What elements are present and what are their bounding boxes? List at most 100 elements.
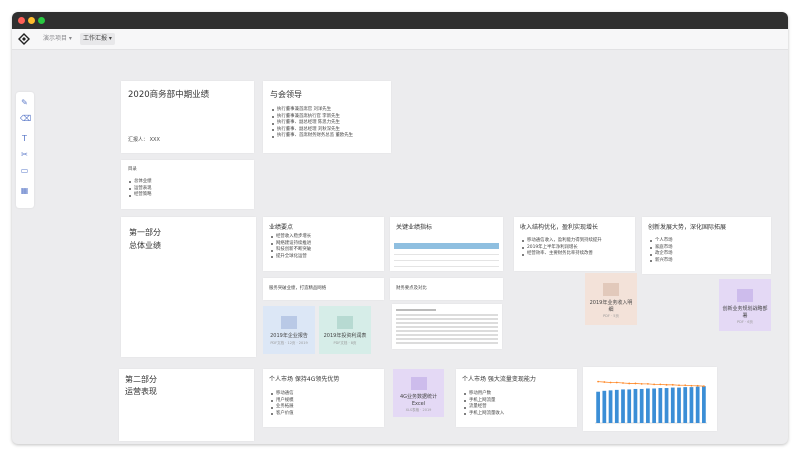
tool-sidebar: ✎ ⌫ T ✂ ▭ ▦ — [16, 92, 34, 208]
part2-subtitle: 运营表现 — [125, 387, 157, 396]
minimize-window-button[interactable] — [28, 17, 35, 24]
list-item: 提升全球化运营 — [271, 254, 311, 261]
text-icon[interactable]: T — [20, 134, 29, 143]
growth-list: 移动通信收入，盈利能力得到持续提升 2019年上半年净利润增长 经营效率、主要财… — [522, 238, 602, 258]
chart-point — [678, 384, 680, 387]
sheet-row — [396, 326, 498, 328]
chart-bar — [602, 390, 607, 423]
eraser-icon[interactable]: ⌫ — [20, 114, 31, 123]
finance-sheet-preview[interactable] — [392, 304, 502, 349]
grid-icon[interactable]: ▦ — [20, 186, 29, 195]
list-item: 移动通信收入，盈利能力得到持续提升 — [522, 238, 602, 245]
list-item: 执行董事兼首席官 刘洋先生 — [272, 107, 353, 114]
chart-bar — [652, 388, 656, 423]
intl-title: 创新发展大势，深化国际拓展 — [648, 224, 727, 231]
list-item: 总体业绩 — [129, 179, 152, 186]
sheet-row — [396, 334, 498, 336]
breadcrumb-board[interactable]: 工作汇报 ▾ — [80, 33, 115, 45]
app-logo-icon[interactable] — [18, 33, 30, 45]
chart-bar — [627, 389, 632, 423]
overview-card[interactable]: 业绩要点 经营收入稳步增长 网络建设持续推进 科技创新不断突破 提升全球化运营 — [263, 217, 384, 271]
list-item: 执行董事、副总经理 陈思力先生 — [272, 120, 353, 127]
sheet-row — [396, 322, 498, 324]
list-item: 手机上网流量收入 — [464, 411, 504, 418]
list-item: 经营策略 — [129, 192, 152, 199]
sheet-row — [396, 314, 498, 316]
chart-point — [634, 382, 637, 385]
traffic-chart — [595, 380, 707, 424]
file-thumb-excel[interactable]: 4G业务数据统计Excel XLS表格 · 2019 — [393, 369, 444, 417]
breadcrumb-project[interactable]: 演示项目 ▾ — [40, 33, 75, 45]
traffic-card[interactable]: 个人市场 强大流量变现能力 移动用户数 手机上网流量 流量经营 手机上网流量收入 — [456, 369, 577, 427]
note-icon[interactable]: ▭ — [20, 166, 29, 175]
scissors-icon[interactable]: ✂ — [20, 150, 29, 159]
list-item: 流量经营 — [464, 404, 504, 411]
sheet-row — [396, 330, 498, 332]
chart-point — [684, 384, 687, 387]
chart-point — [622, 382, 624, 384]
close-window-button[interactable] — [18, 17, 25, 24]
file-thumb-interim[interactable]: 2019年企业报告 PDF文档 · 12页 · 2019 — [263, 306, 315, 354]
list-item: 科技创新不断突破 — [271, 247, 311, 254]
chart-card[interactable] — [583, 367, 717, 431]
cover-card[interactable]: 2020商务部中期业绩 汇报人： XXX — [121, 81, 254, 153]
chart-point — [653, 383, 656, 386]
mobile-list: 移动通信 用户规模 业务拓展 客户价值 — [271, 391, 294, 417]
list-item: 个人市场 — [650, 238, 673, 245]
chart-point — [597, 380, 600, 383]
folder-icon — [337, 316, 353, 329]
kpi-title: 关键业绩指标 — [396, 224, 433, 231]
list-item: 政企市场 — [650, 251, 673, 258]
part2-card[interactable]: 第二部分 运营表现 — [119, 369, 254, 441]
list-item: 新兴市场 — [650, 258, 673, 265]
chart-point — [646, 383, 649, 385]
list-item: 经营收入稳步增长 — [271, 234, 311, 241]
chart-bar — [695, 386, 700, 423]
finance-card[interactable]: 财务要点及对比 — [390, 278, 503, 300]
chart-point — [659, 383, 662, 386]
chart-series-line — [598, 381, 704, 387]
sheet-row — [396, 338, 498, 340]
finance-title: 财务要点及对比 — [396, 286, 427, 291]
file-name: 2019年企业报告 — [270, 333, 308, 339]
leaders-list: 执行董事兼首席官 刘洋先生 执行董事兼首席执行官 李新先生 执行董事、副总经理 … — [272, 107, 353, 140]
maximize-window-button[interactable] — [38, 17, 45, 24]
chart-bar — [633, 388, 638, 423]
part1-card[interactable]: 第一部分 总体业绩 — [121, 217, 256, 357]
kpi-card[interactable]: 关键业绩指标 — [390, 217, 503, 271]
ops-card[interactable]: 服务突破业绩，打造精品网络 — [263, 278, 384, 300]
chart-bar — [683, 387, 688, 423]
chart-bar — [664, 388, 669, 423]
file-meta: PDF文档 · 8页 — [333, 340, 357, 345]
sheet-row — [396, 309, 436, 311]
chart-bar — [608, 390, 613, 423]
part2-title: 第二部分 — [125, 375, 157, 384]
pen-icon[interactable]: ✎ — [20, 98, 29, 107]
list-item: 客户价值 — [271, 411, 294, 418]
table-row — [394, 256, 499, 261]
chart-bar — [646, 388, 650, 423]
kpi-table-header — [394, 243, 499, 249]
traffic-list: 移动用户数 手机上网流量 流量经营 手机上网流量收入 — [464, 391, 504, 417]
folder-icon — [410, 377, 427, 390]
file-thumb-report[interactable]: 2019年投资利润表 PDF文档 · 8页 — [319, 306, 371, 354]
intl-card[interactable]: 创新发展大势，深化国际拓展 个人市场 家庭市场 政企市场 新兴市场 — [642, 217, 771, 274]
toc-card[interactable]: 目录 总体业绩 运营表现 经营策略 — [121, 160, 254, 209]
chart-bar — [677, 387, 681, 423]
file-name: 2019年业务收入明细 — [589, 300, 633, 313]
title-bar — [12, 12, 788, 29]
leaders-card[interactable]: 与会领导 执行董事兼首席官 刘洋先生 执行董事兼首席执行官 李新先生 执行董事、… — [263, 81, 391, 153]
file-thumb-annual[interactable]: 2019年业务收入明细 PDF · 5页 — [585, 273, 637, 325]
file-thumb-strategy[interactable]: 创新业务规划战略部署 PDF · 6页 — [719, 279, 771, 331]
growth-card[interactable]: 收入结构优化，盈利实现增长 移动通信收入，盈利能力得到持续提升 2019年上半年… — [514, 217, 635, 271]
part1-title: 第一部分 — [129, 228, 161, 237]
overview-list: 经营收入稳步增长 网络建设持续推进 科技创新不断突破 提升全球化运营 — [271, 234, 311, 260]
chart-point — [628, 382, 631, 385]
file-meta: XLS表格 · 2019 — [405, 408, 432, 412]
chart-bar — [689, 387, 694, 423]
list-item: 执行董事、首席财务财务总监 董欧先生 — [272, 133, 353, 140]
mobile-title: 个人市场 保持4G领先优势 — [269, 376, 340, 383]
list-item: 移动通信 — [271, 391, 294, 398]
list-item: 移动用户数 — [464, 391, 504, 398]
mobile-card[interactable]: 个人市场 保持4G领先优势 移动通信 用户规模 业务拓展 客户价值 — [263, 369, 384, 427]
